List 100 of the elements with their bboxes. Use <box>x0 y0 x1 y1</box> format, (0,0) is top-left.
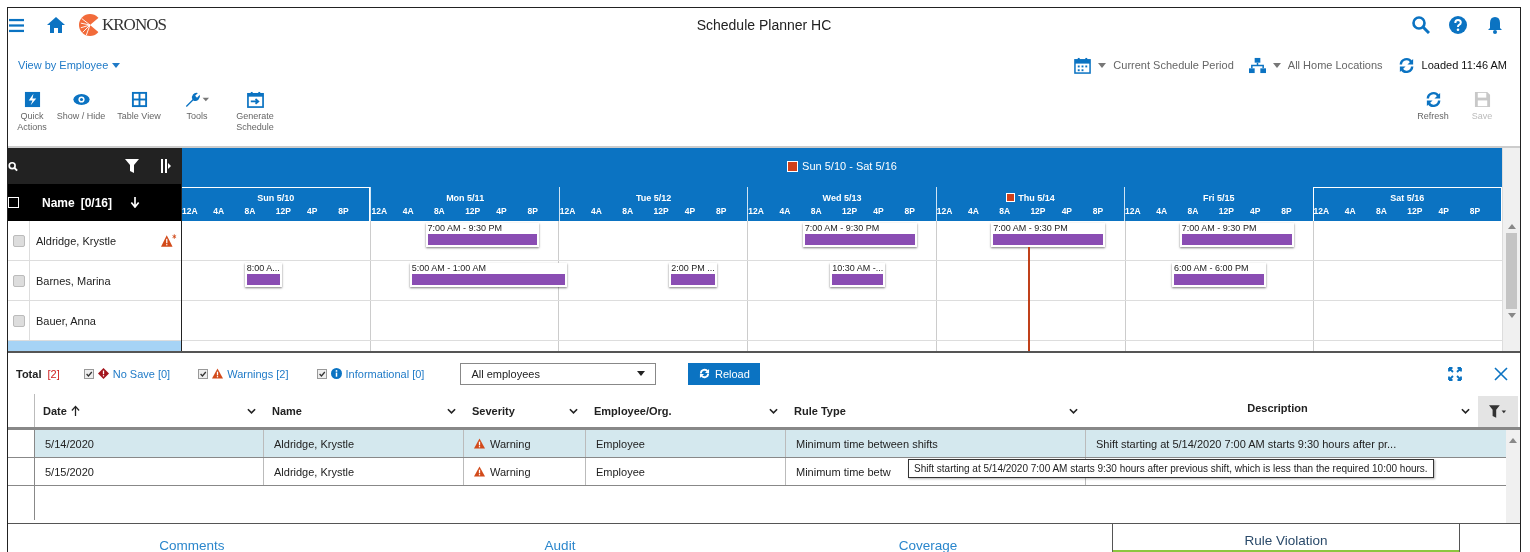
row-checkbox[interactable] <box>12 234 25 247</box>
shift-block[interactable]: 6:00 AM - 6:00 PM <box>1172 263 1267 287</box>
tab[interactable]: Comments <box>8 523 376 552</box>
table-cell: 5/15/2020 <box>45 465 94 478</box>
expand-icon[interactable] <box>1448 366 1462 381</box>
shift-block[interactable]: 8:00 A... <box>244 263 282 287</box>
column-title[interactable]: Name <box>42 195 75 210</box>
tab[interactable]: Coverage <box>744 523 1112 552</box>
notification-bell-icon[interactable] <box>1486 16 1504 34</box>
info-icon <box>330 368 342 379</box>
toolbar-button[interactable]: Tools <box>171 88 223 133</box>
save-icon <box>1473 91 1491 108</box>
filter-checkbox[interactable] <box>316 368 327 379</box>
hour-label: 8A <box>1376 206 1387 216</box>
filter-checkbox[interactable] <box>83 368 94 379</box>
hour-label: 8A <box>622 205 634 216</box>
scrollbar[interactable] <box>1502 148 1520 351</box>
scrollbar[interactable] <box>1506 430 1520 523</box>
toolbar-button[interactable]: Table View <box>113 88 165 133</box>
chevron-down-icon[interactable] <box>569 407 578 414</box>
hour-label: 8A <box>244 206 256 216</box>
table-cell: Employee <box>596 465 645 478</box>
chevron-down-icon[interactable] <box>1069 407 1078 414</box>
shift-block[interactable]: 7:00 AM - 9:30 PM <box>425 223 540 247</box>
toolbar-button[interactable]: Quick Actions <box>15 88 49 133</box>
hour-label: 8A <box>433 205 445 216</box>
shift-block[interactable]: 7:00 AM - 9:30 PM <box>991 223 1106 247</box>
reload-button[interactable]: Reload <box>688 362 761 385</box>
help-icon[interactable] <box>1449 16 1467 34</box>
shift-block[interactable]: 7:00 AM - 9:30 PM <box>802 223 917 247</box>
close-icon[interactable] <box>1494 366 1508 381</box>
hour-label: 8A <box>1187 205 1199 216</box>
search-icon[interactable] <box>8 160 18 172</box>
row-checkbox[interactable] <box>12 314 25 327</box>
warning-icon <box>474 438 485 449</box>
sort-arrow-icon[interactable] <box>130 197 141 208</box>
table-cell: Aldridge, Krystle <box>274 437 355 450</box>
location-selector[interactable]: All Home Locations <box>1287 59 1383 71</box>
hour-label: 8A <box>810 205 822 216</box>
menu-icon[interactable] <box>9 17 24 33</box>
caret-icon[interactable] <box>1098 62 1107 68</box>
period-label: Sun 5/10 - Sat 5/16 <box>802 160 897 172</box>
total-label: Total <box>16 367 42 380</box>
table-cell: Employee <box>596 437 645 450</box>
hour-label: 4P <box>1250 205 1261 216</box>
select-all-checkbox[interactable] <box>8 197 19 208</box>
refresh-icon <box>1424 91 1442 108</box>
refresh-icon <box>698 368 710 379</box>
day-label: Fri 5/15 <box>1203 192 1235 203</box>
tab[interactable]: Audit <box>376 523 744 552</box>
view-by-dropdown[interactable]: View by Employee <box>18 59 121 71</box>
hour-label: 12A <box>1313 206 1330 216</box>
hour-label: 8P <box>338 206 349 216</box>
hour-label: 12P <box>653 205 669 216</box>
hour-label: 4P <box>496 205 507 216</box>
period-selector[interactable]: Current Schedule Period <box>1113 59 1234 71</box>
calendar-icon[interactable] <box>1074 56 1092 74</box>
employee-name[interactable]: Bauer, Anna <box>36 314 181 327</box>
filter-icon[interactable] <box>125 159 139 173</box>
filter-menu-button[interactable] <box>1478 396 1518 427</box>
shift-block[interactable]: 10:30 AM -... <box>830 263 886 287</box>
refresh-icon[interactable] <box>1397 56 1415 74</box>
table-row[interactable]: 5/14/2020 Aldridge, Krystle Warning Employee Minimum time between shifts Shift starting at 5/14/2020 7:00 AM starts 9:30 hours after pr... <box>8 430 1506 458</box>
employee-name[interactable]: Barnes, Marina <box>36 274 181 287</box>
shift-block[interactable]: 5:00 AM - 1:00 AM <box>409 263 567 287</box>
hour-label: 4P <box>1438 206 1449 216</box>
hierarchy-icon[interactable] <box>1248 56 1266 74</box>
collapse-panel-icon[interactable] <box>159 159 173 173</box>
day-label: Sun 5/10 <box>257 193 295 203</box>
day-label: Tue 5/12 <box>635 192 672 203</box>
loaded-time: Loaded 11:46 AM <box>1421 59 1507 71</box>
tab[interactable]: Rule Violation <box>1112 523 1460 552</box>
chevron-down-icon[interactable] <box>769 407 778 414</box>
filter-link[interactable]: Warnings [2] <box>227 367 289 380</box>
chevron-down-icon[interactable] <box>247 407 256 414</box>
toolbar-button[interactable]: Show / Hide <box>55 88 107 133</box>
hour-label: 12A <box>182 206 198 216</box>
filter-checkbox[interactable] <box>198 368 209 379</box>
column-title: Date <box>43 404 67 417</box>
sort-arrow-icon <box>70 405 80 416</box>
row-checkbox[interactable] <box>12 274 25 287</box>
chevron-down-icon[interactable] <box>1461 407 1470 414</box>
grid-icon <box>130 91 148 108</box>
toolbar-button[interactable]: Generate Schedule <box>229 88 281 133</box>
day-label: Wed 5/13 <box>822 192 862 203</box>
caret-icon[interactable] <box>1272 62 1281 68</box>
shift-block[interactable]: 2:00 PM ... <box>669 263 717 287</box>
toolbar-button[interactable]: Refresh <box>1416 88 1450 122</box>
home-icon[interactable] <box>47 16 65 34</box>
filter-link[interactable]: No Save [0] <box>112 367 171 380</box>
filter-link[interactable]: Informational [0] <box>345 367 425 380</box>
employee-name[interactable]: Aldridge, Krystle <box>36 234 161 247</box>
hour-label: 12A <box>559 205 576 216</box>
day-label: Mon 5/11 <box>446 192 485 203</box>
tooltip: Shift starting at 5/14/2020 7:00 AM starts 9:30 hours after previous shift, which is less than the required 10:00 hours. <box>908 459 1434 478</box>
hour-label: 4A <box>779 205 791 216</box>
employee-filter-dropdown[interactable]: All employees <box>460 362 657 385</box>
shift-block[interactable]: 7:00 AM - 9:30 PM <box>1179 223 1294 247</box>
chevron-down-icon[interactable] <box>447 407 456 414</box>
hour-label: 4A <box>967 205 979 216</box>
